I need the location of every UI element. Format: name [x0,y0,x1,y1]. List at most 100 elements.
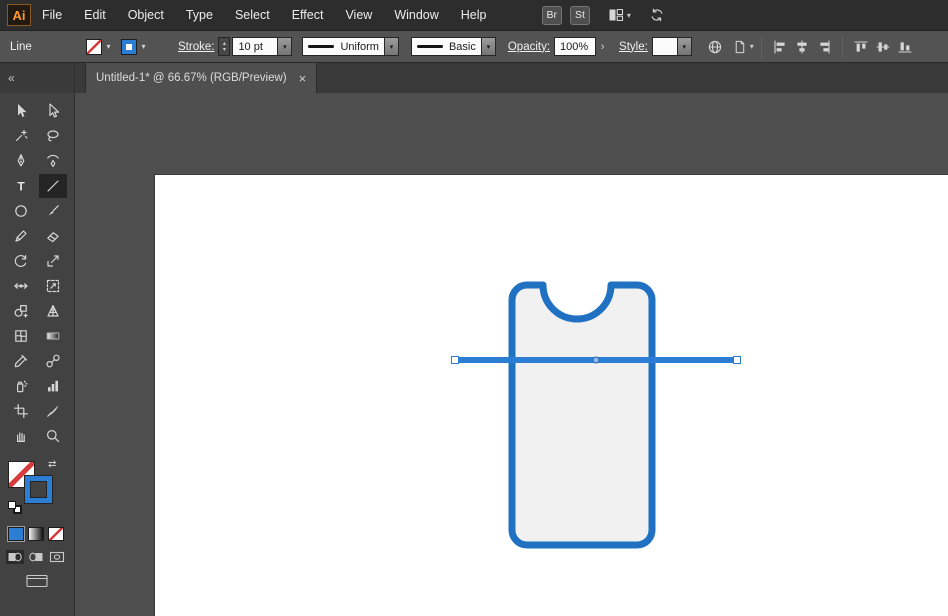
align-vertical-center-button[interactable] [872,35,894,59]
tool-eyedropper[interactable] [7,349,35,373]
tool-column-graph[interactable] [39,374,67,398]
width-profile-dropdown[interactable]: ▾ [385,37,399,56]
menu-select[interactable]: Select [224,0,281,30]
tool-pen[interactable] [7,149,35,173]
tool-shape-builder[interactable] [7,299,35,323]
width-profile-field[interactable]: Uniform [302,37,385,56]
tool-lasso[interactable] [39,124,67,148]
tool-ellipse[interactable] [7,199,35,223]
menu-object[interactable]: Object [117,0,175,30]
tool-eraser[interactable] [39,224,67,248]
align-center-button[interactable] [791,35,813,59]
tool-paintbrush[interactable] [39,199,67,223]
gradient-button[interactable] [28,527,44,541]
close-tab-button[interactable]: × [299,71,307,86]
tool-mesh[interactable] [7,324,35,348]
align-bottom-button[interactable] [894,35,916,59]
opacity-panel-link[interactable]: Opacity: [508,41,550,53]
tool-zoom[interactable] [39,424,67,448]
draw-behind-button[interactable] [27,550,45,564]
tool-slice[interactable] [39,399,67,423]
brush-preview [417,45,443,48]
mesh-tool-icon [13,328,29,344]
tool-pencil[interactable] [7,224,35,248]
globe-icon [707,39,723,55]
bridge-button[interactable]: Br [542,6,563,25]
swap-fill-stroke-button[interactable]: ⇄ [48,459,56,470]
notched-rectangle-shape[interactable] [512,285,652,545]
draw-inside-icon [49,551,65,563]
document-tab[interactable]: Untitled-1* @ 66.67% (RGB/Preview) × [85,63,317,93]
stroke-proxy-swatch[interactable] [25,476,52,503]
brush-dropdown[interactable]: ▾ [482,37,496,56]
document-options-button[interactable]: ▾ [732,35,754,59]
stock-button[interactable]: St [570,6,590,25]
align-top-button[interactable] [850,35,872,59]
tool-type[interactable]: T [7,174,35,198]
menu-help[interactable]: Help [450,0,498,30]
stroke-swatch-dropdown[interactable]: ▾ [137,39,150,55]
color-button[interactable] [8,527,24,541]
line-right-anchor-handle[interactable] [734,357,741,364]
share-sync-button[interactable] [649,7,665,23]
tool-magic-wand[interactable] [7,124,35,148]
screen-mode-button[interactable] [22,573,52,589]
tool-direct-selection[interactable] [39,99,67,123]
tool-width[interactable] [7,274,35,298]
collapse-panel-button[interactable]: « [8,71,15,85]
menu-type[interactable]: Type [175,0,224,30]
menu-window[interactable]: Window [383,0,449,30]
opacity-field[interactable]: 100% [554,37,596,56]
tool-free-transform[interactable] [39,274,67,298]
scale-tool-icon [45,253,61,269]
brush-field[interactable]: Basic [411,37,482,56]
tool-symbol-sprayer[interactable] [7,374,35,398]
tool-curvature[interactable] [39,149,67,173]
brush-value: Basic [449,41,476,53]
tool-blend[interactable] [39,349,67,373]
default-fill-stroke-button[interactable] [8,501,24,515]
lasso-tool-icon [45,128,61,144]
opacity-dropdown[interactable]: › [596,39,609,55]
tool-artboard[interactable] [7,399,35,423]
menu-file[interactable]: File [31,0,73,30]
fill-swatch-dropdown[interactable]: ▾ [102,39,115,55]
style-dropdown[interactable]: ▾ [678,37,692,56]
drawing-mode-buttons [6,550,74,564]
stroke-weight-stepper[interactable]: ▴ ▾ [218,37,230,56]
draw-normal-button[interactable] [6,550,24,564]
menu-view[interactable]: View [334,0,383,30]
style-panel-link[interactable]: Style: [619,41,648,53]
line-center-anchor[interactable] [593,357,599,363]
align-left-button[interactable] [769,35,791,59]
align-right-button[interactable] [813,35,835,59]
stroke-weight-dropdown[interactable]: ▾ [278,37,292,56]
stroke-panel-link[interactable]: Stroke: [178,41,214,53]
app-logo: Ai [7,4,31,26]
chevron-down-icon: ▾ [750,42,754,51]
align-vertical-center-icon [875,39,891,55]
stroke-color-swatch[interactable] [121,39,137,55]
tool-rotate[interactable] [7,249,35,273]
slice-tool-icon [45,403,61,419]
tool-gradient[interactable] [39,324,67,348]
menu-edit[interactable]: Edit [73,0,117,30]
tool-hand[interactable] [7,424,35,448]
tool-scale[interactable] [39,249,67,273]
align-right-icon [816,39,832,55]
workspace-switcher-button[interactable]: ▾ [608,7,631,23]
tool-perspective-grid[interactable] [39,299,67,323]
width-profile-value: Uniform [340,41,379,53]
canvas[interactable] [75,93,948,616]
stroke-weight-field[interactable]: 10 pt [232,37,278,56]
tool-line-segment[interactable] [39,174,67,198]
line-left-anchor-handle[interactable] [452,357,459,364]
menu-effect[interactable]: Effect [281,0,335,30]
style-field[interactable] [652,37,678,56]
draw-inside-button[interactable] [48,550,66,564]
none-button[interactable] [48,527,64,541]
artwork-layer [75,93,948,616]
fill-color-swatch[interactable] [86,39,102,55]
tool-selection[interactable] [7,99,35,123]
document-setup-globe-button[interactable] [704,35,726,59]
